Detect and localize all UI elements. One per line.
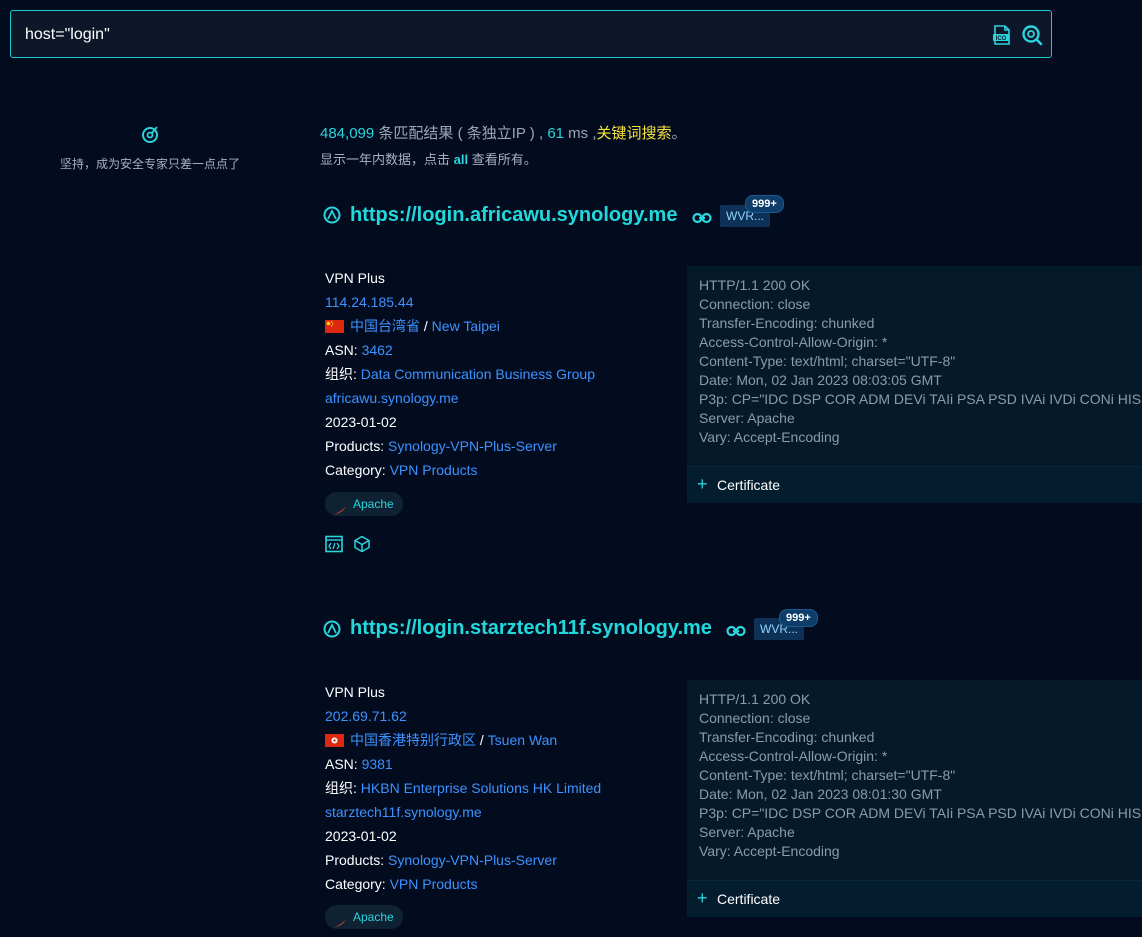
response-headers: HTTP/1.1 200 OK Connection: close Transf… <box>699 691 1142 859</box>
asn-label: ASN: <box>325 756 358 772</box>
hong-kong-flag-icon <box>325 730 344 747</box>
result-url[interactable]: https://login.starztech11f.synology.me <box>350 617 712 640</box>
city-link[interactable]: Tsuen Wan <box>488 732 558 748</box>
count-badge: 999+ <box>779 609 818 627</box>
category-link[interactable]: VPN Products <box>390 462 478 478</box>
region-link[interactable]: 中国香港特别行政区 <box>350 732 476 748</box>
category-label: Category: <box>325 462 386 478</box>
scan-date: 2023-01-02 <box>325 828 397 844</box>
code-icon[interactable] <box>325 535 343 553</box>
certificate-label: Certificate <box>717 891 781 907</box>
plus-icon: + <box>697 474 708 494</box>
server-pill-label: Apache <box>353 497 394 511</box>
cube-icon[interactable] <box>353 535 371 553</box>
ip-link[interactable]: 202.69.71.62 <box>325 704 601 728</box>
location-separator: / <box>479 732 484 748</box>
plus-icon: + <box>697 888 708 908</box>
server-pill-label: Apache <box>353 910 394 924</box>
org-label: 组织: <box>325 780 357 796</box>
link-icon[interactable] <box>726 624 746 637</box>
response-panel: HTTP/1.1 200 OK Connection: close Transf… <box>687 680 1142 917</box>
product-link[interactable]: Synology-VPN-Plus-Server <box>388 852 557 868</box>
apache-feather-icon <box>333 500 347 515</box>
server-pill[interactable]: Apache <box>325 492 403 516</box>
asn-link[interactable]: 9381 <box>362 756 393 772</box>
result-info: VPN Plus 202.69.71.62 中国香港特别行政区 / Tsuen … <box>325 680 601 896</box>
site-title: VPN Plus <box>325 684 385 700</box>
category-link[interactable]: VPN Products <box>390 876 478 892</box>
apache-feather-icon <box>333 913 347 928</box>
product-link[interactable]: Synology-VPN-Plus-Server <box>388 438 557 454</box>
products-label: Products: <box>325 438 385 454</box>
category-label: Category: <box>325 876 386 892</box>
products-label: Products: <box>325 852 385 868</box>
certificate-label: Certificate <box>717 477 781 493</box>
result-card: https://login.starztech11f.synology.me W… <box>0 0 1142 929</box>
site-icon <box>323 620 341 638</box>
server-pill[interactable]: Apache <box>325 905 403 929</box>
certificate-toggle[interactable]: + Certificate <box>687 466 1142 503</box>
certificate-toggle[interactable]: + Certificate <box>687 880 1142 917</box>
domain-link[interactable]: starztech11f.synology.me <box>325 800 601 824</box>
org-link[interactable]: HKBN Enterprise Solutions HK Limited <box>361 780 601 796</box>
scan-date: 2023-01-02 <box>325 414 397 430</box>
